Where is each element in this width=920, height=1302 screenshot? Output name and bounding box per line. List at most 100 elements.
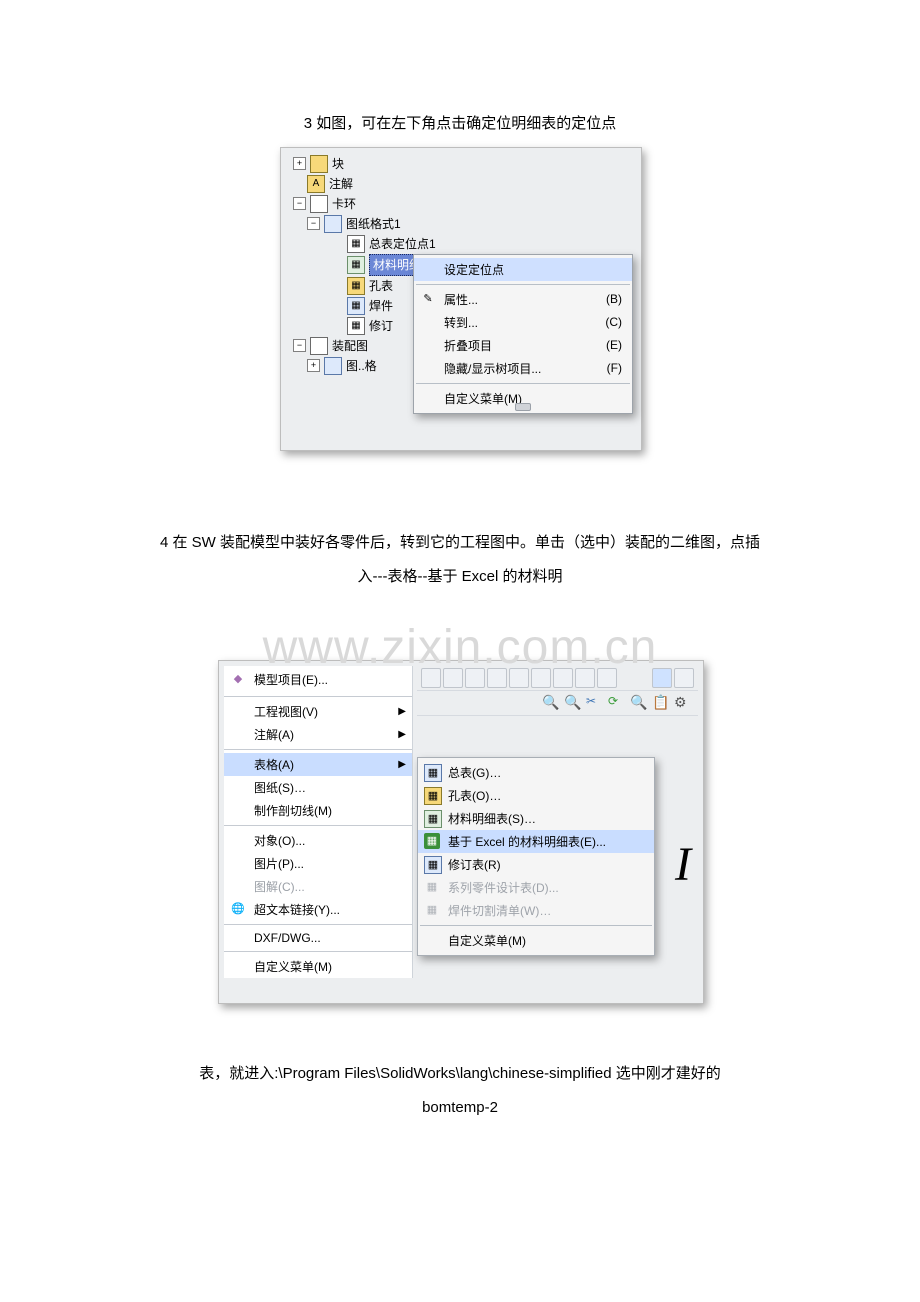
menu-label: 注解(A)	[254, 726, 294, 743]
menu-separator	[416, 383, 630, 384]
menu-annotations[interactable]: 注解(A) ▶	[224, 723, 412, 746]
submenu-bom[interactable]: ▦ 材料明细表(S)…	[418, 807, 654, 830]
collapse-icon[interactable]: −	[293, 339, 306, 352]
menu-label: 系列零件设计表(D)...	[448, 879, 559, 896]
toolbar-icon[interactable]	[421, 668, 441, 688]
tree-label: 卡环	[332, 194, 356, 214]
properties-icon: ✎	[420, 291, 436, 307]
menu-object[interactable]: 对象(O)...	[224, 829, 412, 852]
menu-shortcut: (E)	[606, 338, 622, 352]
tree-label: 总表定位点1	[369, 234, 436, 254]
tree-item[interactable]: ▦ 总表定位点1	[289, 234, 511, 254]
collapse-icon[interactable]: −	[293, 197, 306, 210]
revision-icon: ▦	[424, 856, 442, 874]
expand-icon[interactable]: +	[307, 359, 320, 372]
tree-label: 注解	[329, 174, 353, 194]
toolbar-icon[interactable]	[674, 668, 694, 688]
submenu-excel-bom[interactable]: ▦ 基于 Excel 的材料明细表(E)...	[418, 830, 654, 853]
zoom-in-icon[interactable]: 🔍	[542, 694, 560, 712]
ibeam-graphic: I	[675, 837, 691, 892]
table-icon: ▦	[424, 764, 442, 782]
menu-label: 表格(A)	[254, 756, 294, 773]
bom-icon: ▦	[347, 256, 365, 274]
submenu-customize[interactable]: 自定义菜单(M)	[418, 929, 654, 952]
menu-label: 模型项目(E)...	[254, 671, 328, 688]
toolbar-icon[interactable]	[443, 668, 463, 688]
screenshot-insert-menu: 🔍 🔍 ✂ ⟳ 🔍 📋 ⚙ ◆ 模型项目(E)... 工程视图(V)	[218, 660, 704, 1004]
submenu-hole-table[interactable]: ▦ 孔表(O)…	[418, 784, 654, 807]
menu-section-line[interactable]: 制作剖切线(M)	[224, 799, 412, 822]
menu-label: DXF/DWG...	[254, 931, 321, 945]
menu-label: 制作剖切线(M)	[254, 802, 332, 819]
menu-label: 对象(O)...	[254, 832, 305, 849]
menu-label: 超文本链接(Y)...	[254, 901, 340, 918]
tree-item[interactable]: A 注解	[289, 174, 511, 194]
menu-collapse[interactable]: 折叠项目 (E)	[414, 334, 632, 357]
submenu-revision[interactable]: ▦ 修订表(R)	[418, 853, 654, 876]
caption-step5-line2: bomtemp-2	[80, 1094, 840, 1123]
settings-icon[interactable]: ⚙	[674, 694, 692, 712]
tree-label: 图纸格式1	[346, 214, 401, 234]
menu-picture[interactable]: 图片(P)...	[224, 852, 412, 875]
toolbar-icon[interactable]	[465, 668, 485, 688]
submenu-design-table: ▦ 系列零件设计表(D)...	[418, 876, 654, 899]
menu-hide-show[interactable]: 隐藏/显示树项目... (F)	[414, 357, 632, 380]
menu-label: 自定义菜单(M)	[448, 932, 526, 949]
menu-drawing-view[interactable]: 工程视图(V) ▶	[224, 700, 412, 723]
menu-label: 修订表(R)	[448, 856, 501, 873]
menu-customize[interactable]: 自定义菜单(M)	[224, 955, 412, 978]
menu-shortcut: (F)	[607, 361, 622, 375]
menu-goto[interactable]: 转到... (C)	[414, 311, 632, 334]
toolbar-icon[interactable]	[575, 668, 595, 688]
menu-hyperlink[interactable]: 🌐 超文本链接(Y)...	[224, 898, 412, 921]
zoom-out-icon[interactable]: 🔍	[564, 694, 582, 712]
menu-shortcut: (B)	[606, 292, 622, 306]
menu-sheet[interactable]: 图纸(S)…	[224, 776, 412, 799]
menu-label: 自定义菜单(M)	[254, 958, 332, 975]
menu-tables[interactable]: 表格(A) ▶	[224, 753, 412, 776]
zoom-fit-icon[interactable]: 🔍	[630, 694, 648, 712]
globe-icon: 🌐	[230, 901, 246, 917]
menu-separator	[224, 696, 412, 697]
refresh-icon[interactable]: ⟳	[608, 694, 626, 712]
expand-icon[interactable]: +	[293, 157, 306, 170]
menu-separator	[416, 284, 630, 285]
bom-icon: ▦	[424, 810, 442, 828]
submenu-cutlist: ▦ 焊件切割清单(W)…	[418, 899, 654, 922]
insert-menu: ◆ 模型项目(E)... 工程视图(V) ▶ 注解(A) ▶ 表格(A) ▶	[224, 666, 413, 978]
menu-dxf-dwg[interactable]: DXF/DWG...	[224, 928, 412, 948]
tree-label: 焊件	[369, 296, 393, 316]
menu-set-anchor[interactable]: 设定定位点	[414, 258, 632, 281]
menu-label: 图片(P)...	[254, 855, 304, 872]
caption-step3: 3 如图，可在左下角点击确定位明细表的定位点	[80, 110, 840, 139]
menu-label: 设定定位点	[444, 261, 504, 278]
menu-model-items[interactable]: ◆ 模型项目(E)...	[224, 668, 412, 691]
tables-submenu: ▦ 总表(G)… ▦ 孔表(O)… ▦ 材料明细表(S)… ▦ 基于 Excel…	[417, 757, 655, 956]
toolbar-secondary: 🔍 🔍 ✂ ⟳ 🔍 📋 ⚙	[417, 691, 698, 716]
hole-icon: ▦	[347, 277, 365, 295]
toolbar-icon[interactable]	[487, 668, 507, 688]
submenu-general-table[interactable]: ▦ 总表(G)…	[418, 761, 654, 784]
clipboard-icon[interactable]: 📋	[652, 694, 670, 712]
table-icon: ▦	[347, 235, 365, 253]
section-icon[interactable]: ✂	[586, 694, 604, 712]
cutlist-icon: ▦	[424, 902, 440, 918]
tree-item[interactable]: − 卡环	[289, 194, 511, 214]
collapse-icon[interactable]: −	[307, 217, 320, 230]
excel-bom-icon: ▦	[424, 833, 440, 849]
menu-label: 转到...	[444, 314, 478, 331]
submenu-arrow-icon: ▶	[398, 759, 406, 770]
format-icon	[324, 357, 342, 375]
toolbar-icon[interactable]	[652, 668, 672, 688]
toolbar-icon[interactable]	[553, 668, 573, 688]
tree-label: 孔表	[369, 276, 393, 296]
tree-item[interactable]: − 图纸格式1	[289, 214, 511, 234]
menu-properties[interactable]: ✎ 属性... (B)	[414, 288, 632, 311]
menu-grip[interactable]	[515, 403, 531, 411]
tree-label: 修订	[369, 316, 393, 336]
toolbar-icon[interactable]	[531, 668, 551, 688]
toolbar-icon[interactable]	[509, 668, 529, 688]
tree-item[interactable]: + 块	[289, 154, 511, 174]
toolbar-icon[interactable]	[597, 668, 617, 688]
tree-label: 图..格	[346, 356, 377, 376]
